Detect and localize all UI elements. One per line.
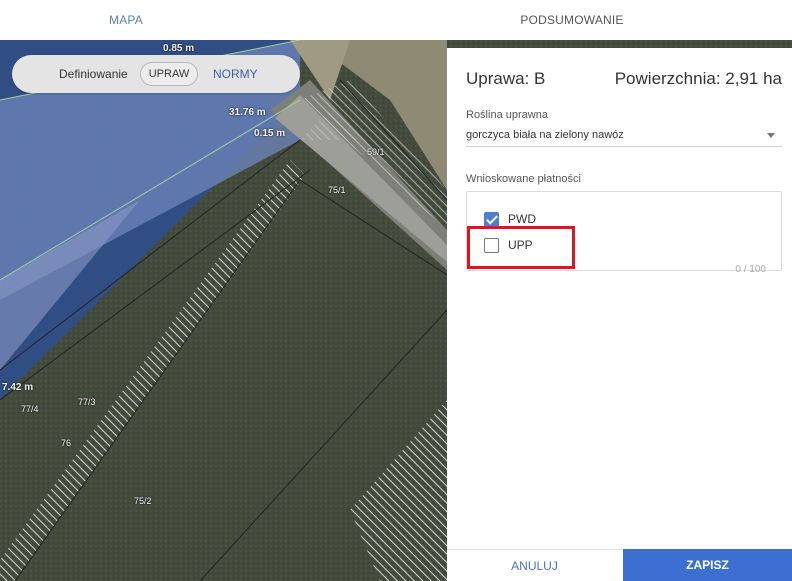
crop-select[interactable]: gorczyca biała na zielony nawóz [466,129,624,141]
parcel-label: 75/1 [328,185,346,195]
tab-podsumowanie[interactable]: PODSUMOWANIE [352,0,792,40]
map-distance-label: 7.42 m [2,382,34,393]
map-distance-label: 0.15 m [254,128,286,139]
checkbox-checked-icon[interactable] [484,211,499,227]
chevron-down-icon[interactable] [767,133,775,138]
area-readout: Powierzchnia: 2,91 ha [614,69,782,88]
tab-mapa[interactable]: MAPA [0,0,252,40]
toggle-prefix-label: Definiowanie [59,67,128,81]
mode-toggle: Definiowanie UPRAW NORMY [12,55,300,93]
cancel-button[interactable]: ANULUJ [447,549,622,581]
char-counter: 0 / 100 [735,264,766,275]
tab-bar: MAPA PODSUMOWANIE [0,0,792,40]
parcel-label: 76 [61,438,72,448]
save-button[interactable]: ZAPISZ [623,549,792,581]
parcel-label: 59/1 [367,147,385,157]
highlight-box [467,226,575,269]
toggle-normy-button[interactable]: NORMY [213,67,258,81]
parcel-label: 77/4 [21,404,39,414]
map-distance-label: 0.85 m [163,43,195,54]
crop-field-label: Roślina uprawna [466,109,548,121]
payment-option-label: PWD [508,212,536,226]
map-distance-label: 31.76 m [229,107,266,118]
crop-edit-panel: Uprawa: B Powierzchnia: 2,91 ha Roślina … [447,48,792,581]
field-underline [466,146,782,147]
toggle-upraw-button[interactable]: UPRAW [140,62,198,86]
parcel-label: 77/3 [78,397,96,407]
payments-label: Wnioskowane płatności [466,173,581,185]
parcel-label: 75/2 [134,496,152,506]
panel-title: Uprawa: B [466,69,546,88]
